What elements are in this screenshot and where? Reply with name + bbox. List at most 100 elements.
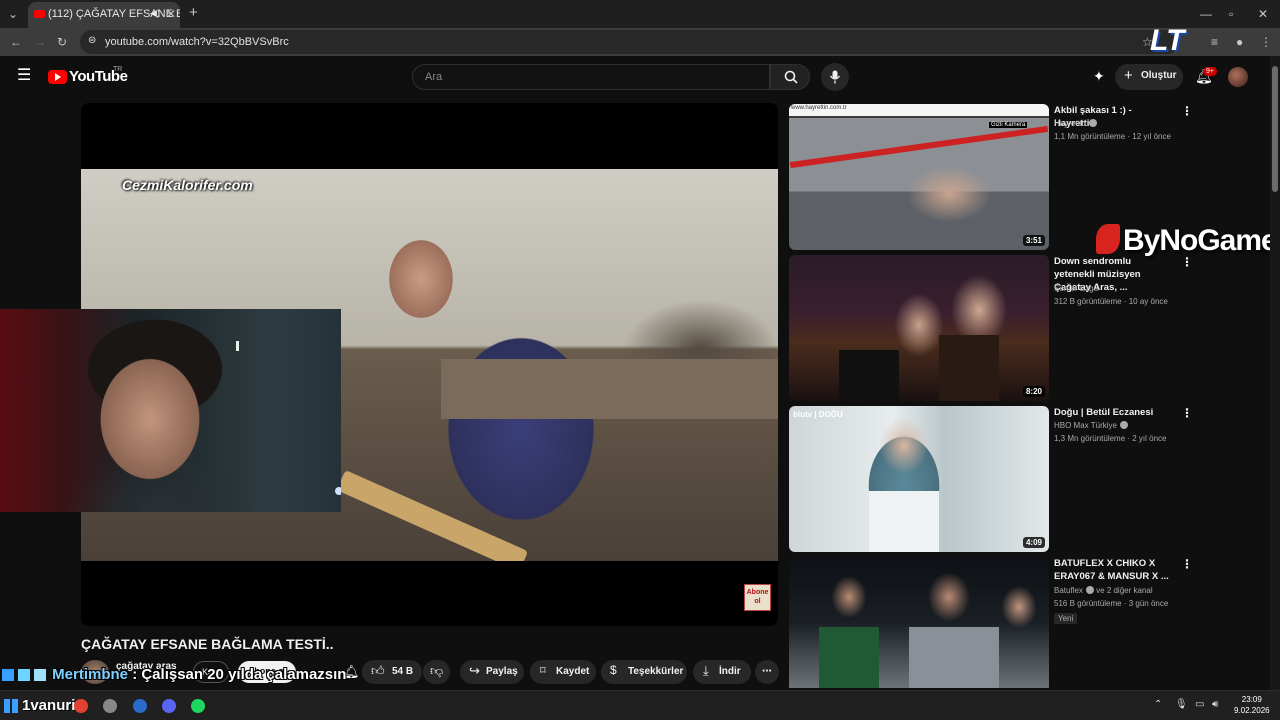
video-title: ÇAĞATAY EFSANE BAĞLAMA TESTİ..	[81, 636, 334, 652]
minimize-icon[interactable]: —	[1200, 7, 1212, 21]
thumbs-up-icon: 👍︎	[371, 663, 385, 678]
verified-icon	[1089, 119, 1098, 127]
thumb-tag: Gizli Kamera	[989, 122, 1028, 128]
page-scrollbar[interactable]	[1270, 56, 1280, 690]
forward-icon[interactable]: →	[34, 35, 46, 49]
recommendation-thumbnail[interactable]: www.hayrettin.com.tr Gizli Kamera 3:51	[789, 104, 1049, 250]
app-icon[interactable]	[103, 699, 117, 713]
recommendation-item[interactable]: 8:20 Down sendromlu yetenekli müzisyen Ç…	[789, 255, 1193, 401]
verified-icon	[1119, 421, 1128, 429]
sponsor-mark-icon	[1096, 224, 1120, 254]
webcam-light	[236, 341, 239, 351]
tab-title: (112) ÇAĞATAY EFSANE BA	[48, 8, 180, 20]
spotify-icon[interactable]	[191, 699, 205, 713]
audio-icon[interactable]: ◀)	[150, 8, 160, 19]
recommendation-item[interactable]: blutv | DOĞU 4:09 Doğu | Betül Eczanesi …	[789, 406, 1193, 552]
steam-icon[interactable]	[133, 699, 147, 713]
back-icon[interactable]: ←	[10, 35, 22, 49]
search-button[interactable]	[770, 64, 810, 90]
thumb-figure	[909, 627, 999, 688]
windows-taskbar: 1vanuri : ⌃ 🎙︎ ▭ 🔊︎ 23:09 9.02.2026	[0, 690, 1280, 720]
network-icon[interactable]: ▭	[1195, 699, 1204, 710]
window-close-icon[interactable]: ✕	[1258, 7, 1268, 21]
recommendation-item[interactable]: BATUFLEX X CHIKO X ERAY067 & MANSUR X ..…	[789, 557, 1193, 688]
tab-close-icon[interactable]: ✕	[166, 7, 176, 21]
video-scene-desk	[441, 359, 778, 419]
recommendation-channel[interactable]: Sümer Ezgü	[1054, 284, 1098, 293]
search-icon	[784, 70, 798, 84]
tab-active[interactable]: (112) ÇAĞATAY EFSANE BA ◀)	[28, 2, 180, 28]
thumb-caption: blutv | DOĞU	[793, 410, 843, 419]
hamburger-menu-icon[interactable]: ☰	[17, 68, 31, 84]
clock-date: 9.02.2026	[1234, 706, 1270, 715]
thanks-icon: $	[610, 663, 617, 677]
video-duration: 8:20	[1022, 386, 1045, 397]
recommendation-menu-icon[interactable]: ⋮	[1181, 557, 1193, 571]
video-scene-instrument	[336, 469, 529, 561]
start-icon[interactable]	[4, 699, 18, 713]
restore-icon[interactable]: ▫	[1229, 7, 1233, 21]
url-text: youtube.com/watch?v=32QbBVSvBrc	[105, 36, 289, 48]
youtube-favicon-icon	[34, 10, 45, 18]
scrollbar-thumb[interactable]	[1272, 66, 1278, 192]
chat-username: Mertimbne	[52, 666, 129, 683]
chrome-icon[interactable]	[74, 699, 88, 713]
save-button[interactable]: ⌑ Kaydet	[530, 660, 596, 684]
voice-search-button[interactable]	[821, 63, 849, 91]
recommendation-menu-icon[interactable]: ⋮	[1181, 104, 1193, 118]
chat-badges-icon	[2, 669, 48, 682]
webcam-overlay	[0, 309, 341, 512]
thanks-button[interactable]: $ Teşekkürler	[601, 660, 687, 684]
share-button[interactable]: ↪ Paylaş	[460, 660, 524, 684]
channel-label: HBO Max Türkiye	[1054, 421, 1117, 430]
new-tab-button[interactable]: +	[189, 5, 198, 20]
download-label: İndir	[719, 666, 741, 677]
recommendation-title[interactable]: BATUFLEX X CHIKO X ERAY067 & MANSUR X ..…	[1054, 557, 1174, 583]
create-button[interactable]: + Oluştur	[1115, 64, 1183, 90]
more-actions-button[interactable]: ⋯	[755, 660, 779, 684]
recommendation-thumbnail[interactable]: 8:20	[789, 255, 1049, 401]
plus-icon: +	[1124, 67, 1133, 84]
site-info-icon[interactable]: ⊜	[88, 35, 96, 46]
browser-tab-strip: ⌄ (112) ÇAĞATAY EFSANE BA ◀) ✕ + — ▫ ✕	[0, 0, 1280, 28]
download-icon: ⤓	[703, 663, 709, 678]
chat-overlay: Mertimbne : Çalışsan 20 yılda çalamazsın	[2, 666, 346, 683]
volume-icon[interactable]: 🔊︎	[1212, 699, 1218, 710]
verified-icon	[1085, 586, 1094, 594]
extension-icon[interactable]: ✦	[1093, 69, 1105, 83]
discord-icon[interactable]	[162, 699, 176, 713]
recommendation-thumbnail[interactable]	[789, 557, 1049, 688]
system-clock[interactable]: 23:09 9.02.2026	[1234, 694, 1270, 716]
download-button[interactable]: ⤓ İndir	[693, 660, 751, 684]
recommendation-channel[interactable]: Hayrettin	[1054, 119, 1098, 128]
browser-menu-icon[interactable]: ⋮	[1260, 35, 1272, 49]
thumbs-down-icon: 👎︎	[430, 663, 444, 678]
account-avatar[interactable]	[1228, 67, 1248, 87]
profile-icon[interactable]: ●	[1236, 35, 1243, 49]
tab-search-icon[interactable]: ⌄	[8, 7, 18, 21]
subscribe-corner-badge[interactable]: Abone ol	[744, 584, 771, 611]
reload-icon[interactable]: ↻	[57, 35, 67, 49]
microphone-tray-icon[interactable]: 🎙︎	[1175, 699, 1188, 710]
bookmark-icon: ⌑	[540, 665, 546, 677]
recommendation-menu-icon[interactable]: ⋮	[1181, 406, 1193, 420]
like-button[interactable]: 👍︎ 54 B	[362, 660, 422, 684]
media-control-icon[interactable]: ≡	[1211, 35, 1218, 49]
dislike-button[interactable]: 👎︎	[423, 660, 450, 684]
tray-chevron-icon[interactable]: ⌃	[1154, 699, 1162, 710]
webcam-mic-light	[335, 487, 341, 495]
youtube-logo-icon[interactable]	[48, 70, 67, 84]
address-bar[interactable]: ⊜ youtube.com/watch?v=32QbBVSvBrc	[80, 30, 1180, 54]
like-count: 54 B	[392, 666, 414, 677]
recommendation-title[interactable]: Doğu | Betül Eczanesi	[1054, 406, 1174, 419]
recommendation-channel[interactable]: Batuflex ve 2 diğer kanal	[1054, 586, 1153, 595]
recommendation-thumbnail[interactable]: blutv | DOĞU 4:09	[789, 406, 1049, 552]
more-icon: ⋯	[762, 666, 772, 677]
streamer-logo: LT	[1150, 24, 1185, 57]
channel-suffix: ve 2 diğer kanal	[1096, 586, 1153, 595]
recommendation-channel[interactable]: HBO Max Türkiye	[1054, 421, 1128, 430]
recommendation-meta: 312 B görüntüleme · 10 ay önce	[1054, 297, 1168, 306]
notification-badge: 9+	[1203, 67, 1217, 76]
browser-toolbar: ← → ↻ ⊜ youtube.com/watch?v=32QbBVSvBrc …	[0, 28, 1280, 56]
search-input[interactable]: Ara	[412, 64, 770, 90]
